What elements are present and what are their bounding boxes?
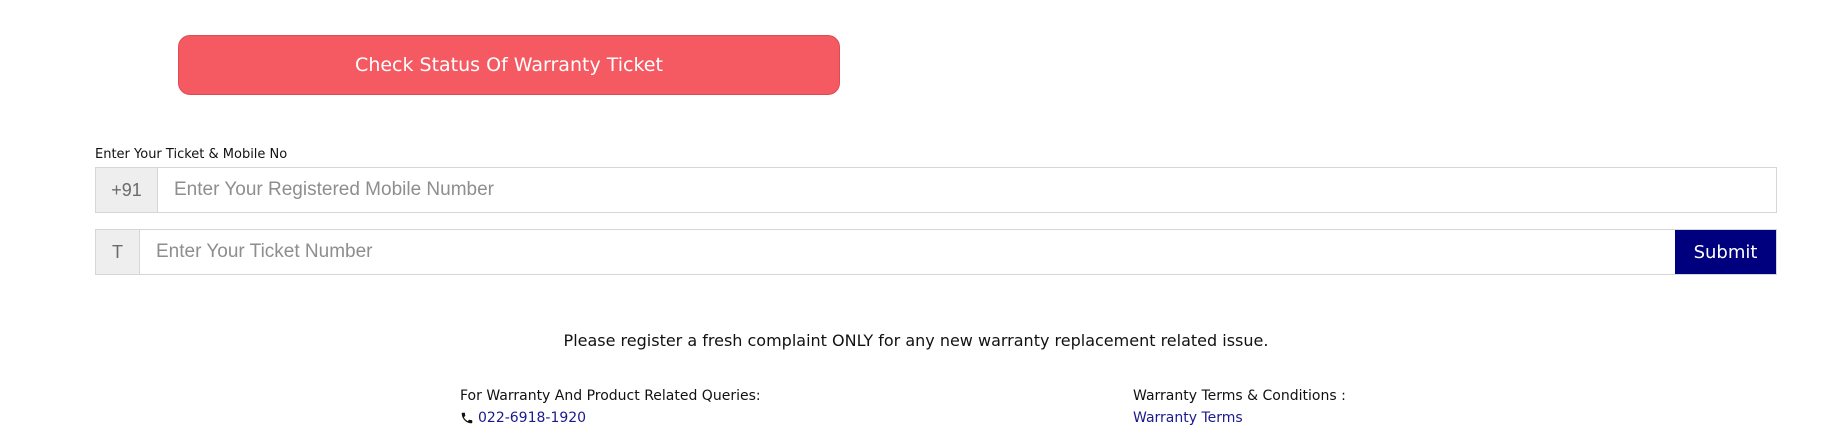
queries-block: For Warranty And Product Related Queries… [460, 388, 761, 426]
ticket-prefix: T [96, 230, 140, 274]
phone-link[interactable]: 022-6918-1920 [478, 410, 586, 426]
mobile-number-input[interactable] [158, 168, 1776, 212]
warranty-terms-link[interactable]: Warranty Terms [1133, 410, 1243, 426]
complaint-notice: Please register a fresh complaint ONLY f… [563, 331, 1269, 350]
ticket-number-input[interactable] [140, 230, 1675, 274]
phone-icon [461, 412, 473, 424]
ticket-input-group: T Submit [95, 229, 1777, 275]
country-code-prefix: +91 [96, 168, 158, 212]
check-status-button[interactable]: Check Status Of Warranty Ticket [178, 35, 840, 95]
terms-block: Warranty Terms & Conditions : Warranty T… [1133, 388, 1346, 426]
submit-button[interactable]: Submit [1675, 230, 1776, 274]
terms-heading: Warranty Terms & Conditions : [1133, 388, 1346, 404]
mobile-input-group: +91 [95, 167, 1777, 213]
form-label: Enter Your Ticket & Mobile No [95, 147, 288, 162]
queries-heading: For Warranty And Product Related Queries… [460, 388, 761, 404]
